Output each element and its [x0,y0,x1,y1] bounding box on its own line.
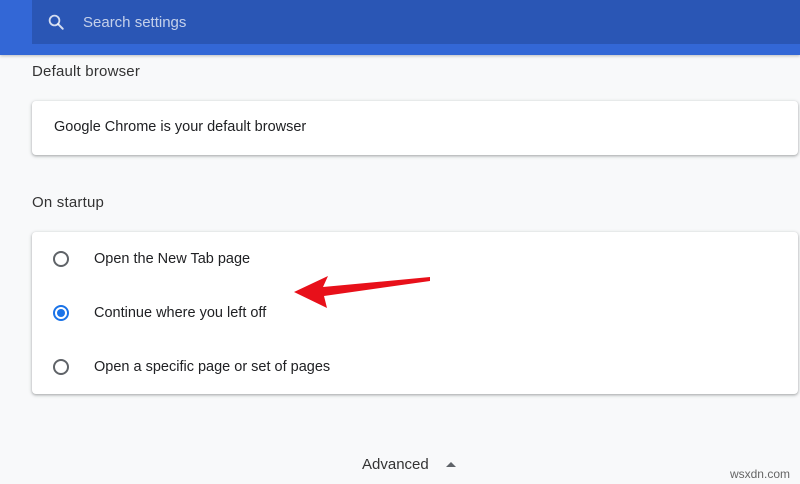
on-startup-title: On startup [32,194,105,211]
startup-option-label: Open a specific page or set of pages [94,359,331,375]
advanced-toggle[interactable]: Advanced [362,456,456,473]
radio-button-selected[interactable] [53,305,69,321]
annotation-arrow-icon [294,276,430,308]
search-input[interactable] [83,13,683,31]
default-browser-status: Google Chrome is your default browser [54,119,307,135]
watermark: wsxdn.com [729,467,790,481]
startup-option-label: Open the New Tab page [94,251,251,267]
search-icon[interactable] [46,12,66,32]
on-startup-card: Open the New Tab page Continue where you… [32,232,798,394]
advanced-label: Advanced [362,456,429,473]
radio-button[interactable] [53,359,69,375]
radio-button[interactable] [53,251,69,267]
startup-option-label: Continue where you left off [94,305,267,321]
default-browser-title: Default browser [32,63,141,80]
startup-option-specific-pages[interactable]: Open a specific page or set of pages [32,347,798,387]
search-box[interactable] [32,0,800,44]
default-browser-card: Google Chrome is your default browser [32,101,798,155]
triangle-up-icon [445,462,456,467]
top-bar [0,0,800,55]
